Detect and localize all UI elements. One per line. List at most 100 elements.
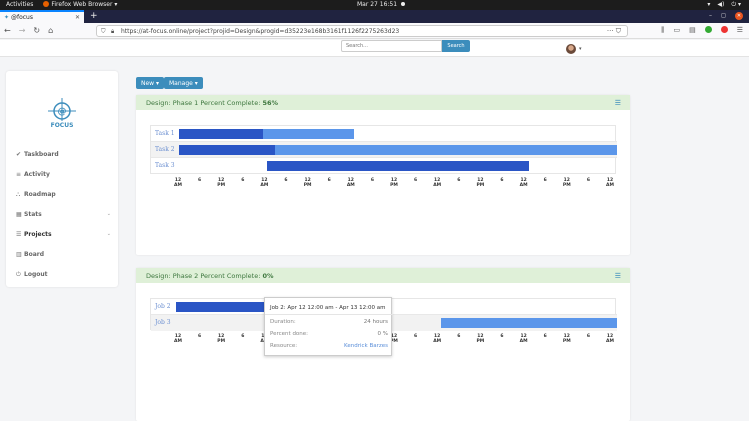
sidebar-item-projects[interactable]: ☰ Projects ⌄ bbox=[16, 231, 111, 238]
time-tick-label: 6 bbox=[327, 178, 331, 183]
time-tick-label: 6 bbox=[241, 334, 245, 339]
browser-toolbar: ← → ↻ ⌂ ⛉ 🔒︎ https://at-focus.online/pro… bbox=[0, 23, 749, 39]
addon-icon[interactable] bbox=[720, 26, 728, 33]
chevron-down-icon[interactable]: ▾ bbox=[579, 46, 582, 52]
minimize-button[interactable]: – bbox=[709, 12, 712, 20]
forward-button[interactable]: → bbox=[19, 26, 26, 35]
time-tick-label: 6 bbox=[586, 178, 590, 183]
sidebar-item-taskboard[interactable]: ✔ Taskboard bbox=[16, 151, 111, 158]
maximize-button[interactable]: ◻ bbox=[721, 12, 726, 20]
sidebar-item-stats[interactable]: ▦ Stats ⌄ bbox=[16, 211, 111, 218]
close-window-button[interactable]: ✕ bbox=[735, 12, 743, 20]
menu-icon[interactable]: ☰ bbox=[737, 26, 743, 35]
library-icon[interactable]: ⫼ bbox=[661, 26, 664, 35]
sidebar-item-activity[interactable]: ≡ Activity bbox=[16, 171, 111, 178]
gantt-row[interactable]: Task 3 bbox=[151, 158, 617, 174]
new-button[interactable]: New ▾ bbox=[136, 77, 165, 89]
tab-title: @focus bbox=[10, 14, 33, 21]
time-tick-label: 6 bbox=[500, 178, 504, 183]
gantt-row[interactable]: Task 1 bbox=[151, 126, 617, 142]
time-tick-label: 12AM bbox=[519, 334, 528, 344]
panel-menu-icon[interactable]: ☰ bbox=[615, 99, 621, 107]
time-tick-label: 6 bbox=[198, 178, 202, 183]
time-tick-label: 6 bbox=[370, 178, 374, 183]
extension-icon[interactable] bbox=[704, 26, 712, 33]
svg-text:@: @ bbox=[58, 107, 67, 117]
tooltip-duration: Duration: 24 hours bbox=[270, 319, 388, 325]
gantt-tooltip: Job 2: Apr 12 12:00 am - Apr 13 12:00 am… bbox=[264, 297, 393, 356]
task-bar[interactable] bbox=[267, 161, 529, 171]
time-tick-label: 6 bbox=[586, 334, 590, 339]
new-tab-button[interactable]: + bbox=[90, 11, 98, 21]
phase1-gantt: Task 1 Task 2 Task 3 bbox=[150, 125, 617, 174]
volume-icon[interactable]: ◀) bbox=[717, 1, 724, 9]
browser-tab[interactable]: ✦ @focus ✕ bbox=[0, 10, 84, 23]
task-bar[interactable] bbox=[179, 145, 617, 155]
phase1-header: Design: Phase 1 Percent Complete: 56% ☰ bbox=[136, 95, 630, 110]
lock-icon[interactable]: 🔒︎ bbox=[111, 28, 114, 36]
power-icon[interactable]: ⏻ ▾ bbox=[731, 1, 741, 9]
time-tick-label: 6 bbox=[457, 334, 461, 339]
task-label[interactable]: Task 3 bbox=[155, 162, 175, 169]
time-tick-label: 12PM bbox=[390, 178, 398, 188]
search-input[interactable] bbox=[341, 40, 442, 52]
panel-menu-icon[interactable]: ☰ bbox=[615, 272, 621, 280]
time-tick-label: 12PM bbox=[303, 178, 312, 188]
time-tick-label: 12AM bbox=[519, 178, 528, 188]
sidebar: @ FOCUS ✔ Taskboard ≡ Activity ⛬ Roadmap ▦ S… bbox=[6, 71, 118, 287]
board-icon: ▥ bbox=[16, 251, 22, 258]
task-bar[interactable] bbox=[441, 318, 617, 328]
time-tick-label: 6 bbox=[543, 334, 547, 339]
svg-text:FOCUS: FOCUS bbox=[51, 122, 74, 129]
task-bar[interactable] bbox=[179, 129, 354, 139]
avatar[interactable] bbox=[566, 44, 576, 54]
search-button[interactable]: Search bbox=[442, 40, 470, 52]
activity-icon: ≡ bbox=[16, 171, 22, 178]
time-tick-label: 12PM bbox=[476, 334, 485, 344]
close-tab-icon[interactable]: ✕ bbox=[75, 14, 80, 21]
phase1-panel: Design: Phase 1 Percent Complete: 56% ☰ … bbox=[136, 95, 630, 255]
app-menu[interactable]: Firefox Web Browser ▾ bbox=[43, 1, 117, 8]
tooltip-divider bbox=[265, 314, 393, 315]
sidebar-item-roadmap[interactable]: ⛬ Roadmap bbox=[16, 191, 111, 199]
gantt-row[interactable]: Task 2 bbox=[151, 142, 617, 158]
task-label[interactable]: Job 2 bbox=[155, 303, 171, 310]
chevron-down-icon: ⌄ bbox=[106, 211, 111, 217]
time-tick-label: 12AM bbox=[606, 178, 614, 188]
task-label[interactable]: Task 1 bbox=[155, 130, 175, 137]
time-tick-label: 12PM bbox=[476, 178, 485, 188]
app-header: Search ▾ bbox=[0, 40, 749, 57]
reader-icon[interactable]: ▤ bbox=[689, 26, 696, 35]
time-tick-label: 12PM bbox=[562, 334, 571, 344]
sidebar-item-board[interactable]: ▥ Board bbox=[16, 251, 111, 258]
notification-dot-icon bbox=[401, 2, 406, 6]
check-icon: ✔ bbox=[16, 151, 22, 158]
reload-button[interactable]: ↻ bbox=[33, 26, 40, 35]
time-tick-label: 6 bbox=[457, 178, 461, 183]
projects-icon: ☰ bbox=[16, 231, 22, 238]
time-tick-label: 12AM bbox=[174, 178, 182, 188]
phase2-header: Design: Phase 2 Percent Complete: 0% ☰ bbox=[136, 268, 630, 283]
back-button[interactable]: ← bbox=[4, 26, 11, 35]
sidebar-item-logout[interactable]: ⏻ Logout bbox=[16, 271, 111, 279]
task-progress bbox=[179, 129, 263, 139]
tooltip-resource: Resource: Kendrick Barzes bbox=[270, 343, 388, 349]
task-label[interactable]: Job 3 bbox=[155, 319, 171, 326]
shield-icon[interactable]: ⛉ bbox=[101, 28, 106, 36]
time-tick-label: 12AM bbox=[174, 334, 182, 344]
time-tick-label: 12AM bbox=[606, 334, 614, 344]
page-actions-icon[interactable]: ··· ⛉ bbox=[607, 27, 621, 36]
url-bar[interactable]: ⛉ 🔒︎ https://at-focus.online/project?pro… bbox=[96, 25, 628, 37]
task-label[interactable]: Task 2 bbox=[155, 146, 175, 153]
time-tick-label: 6 bbox=[198, 334, 202, 339]
wifi-icon[interactable]: ▾ bbox=[707, 1, 710, 9]
task-bar[interactable] bbox=[176, 302, 264, 312]
resource-link[interactable]: Kendrick Barzes bbox=[344, 343, 388, 349]
sidebar-toggle-icon[interactable]: ▭ bbox=[673, 26, 680, 35]
time-tick-label: 6 bbox=[500, 334, 504, 339]
clock[interactable]: Mar 27 16:51 bbox=[357, 1, 406, 8]
manage-button[interactable]: Manage ▾ bbox=[164, 77, 203, 89]
system-top-bar: Activities Firefox Web Browser ▾ Mar 27 … bbox=[0, 0, 749, 10]
home-button[interactable]: ⌂ bbox=[48, 26, 53, 35]
activities-button[interactable]: Activities bbox=[6, 1, 33, 8]
